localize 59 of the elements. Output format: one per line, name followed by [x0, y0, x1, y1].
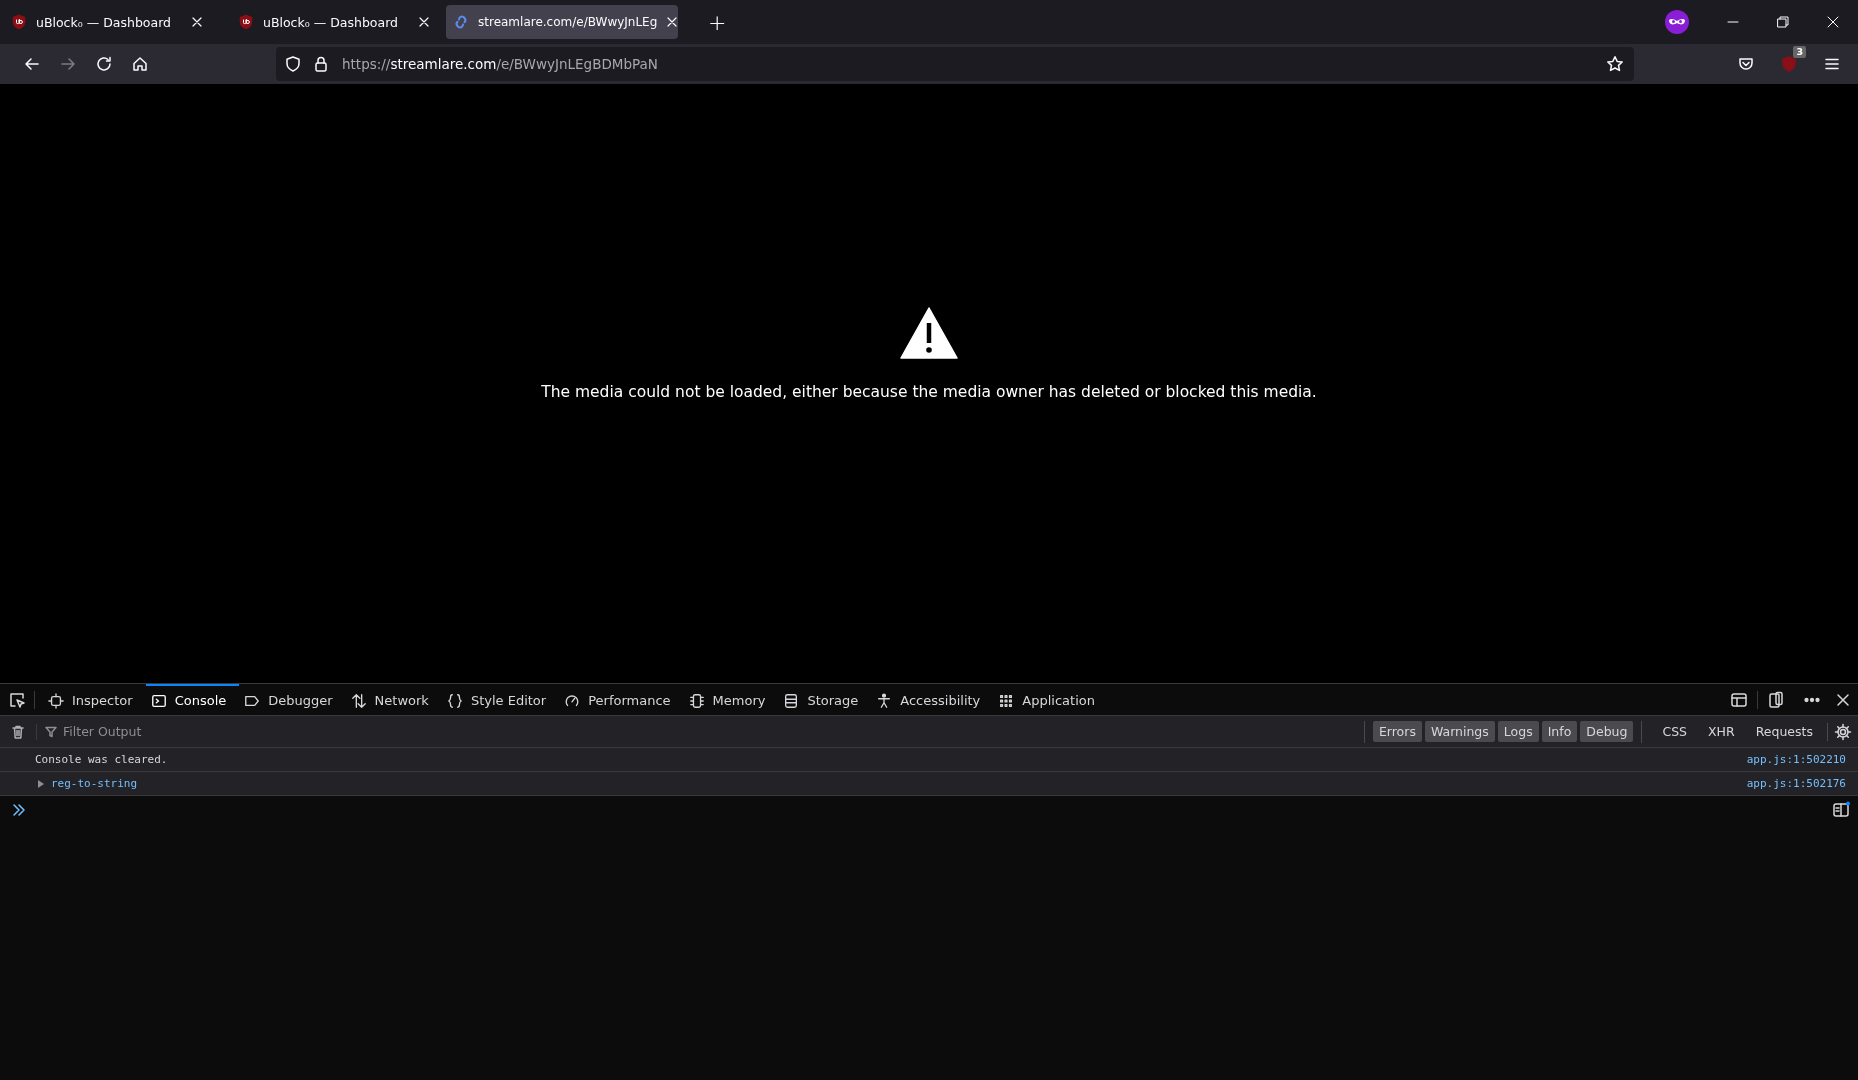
prompt-chevron-icon[interactable]: [12, 803, 26, 817]
braces-icon: [446, 692, 463, 709]
shield-icon: [238, 14, 254, 30]
devtools-tab[interactable]: Storage: [778, 684, 872, 715]
log-message: Console was cleared.: [35, 753, 168, 766]
star-icon[interactable]: [1606, 55, 1624, 73]
chain-link-icon: [453, 14, 469, 30]
filter-toggle[interactable]: Requests: [1749, 721, 1819, 742]
source-link[interactable]: app.js:1:502210: [1746, 753, 1846, 766]
devtools-tab[interactable]: Debugger: [239, 684, 346, 715]
close-icon[interactable]: [418, 16, 430, 28]
chip-icon: [688, 692, 705, 709]
error-message: The media could not be loaded, either because the media owner has deleted or blocked this media.: [541, 382, 1317, 401]
gauge-icon: [564, 692, 581, 709]
source-link[interactable]: app.js:1:502176: [1746, 777, 1846, 790]
storage-icon: [783, 692, 800, 709]
count-badge: 3: [1793, 46, 1806, 58]
grid-icon: [998, 692, 1015, 709]
restore-icon[interactable]: [1776, 15, 1790, 29]
tab-title: uBlock₀ — Dashboard: [263, 14, 399, 30]
frame-icon: [48, 692, 64, 709]
devtools-tab[interactable]: Performance: [559, 684, 684, 715]
person-icon: [876, 692, 893, 709]
devtools-tab[interactable]: Accessibility: [871, 684, 994, 715]
filter-toggle[interactable]: Logs: [1497, 721, 1539, 742]
shield-icon[interactable]: [284, 55, 302, 73]
close-icon[interactable]: [191, 16, 203, 28]
filter-toggle[interactable]: XHR: [1702, 721, 1741, 742]
sidebar-toggle-icon[interactable]: [1832, 801, 1850, 819]
browser-tab[interactable]: streamlare.com/e/BWwyJnLEg: [446, 5, 678, 39]
new-tab-button[interactable]: +: [700, 9, 735, 35]
filter-toggle[interactable]: Debug: [1580, 721, 1634, 742]
mask-icon[interactable]: [1664, 9, 1690, 35]
close-icon[interactable]: [666, 16, 679, 28]
close-icon[interactable]: [1826, 15, 1840, 29]
browser-tab[interactable]: uBlock₀ — Dashboard: [231, 5, 440, 39]
expand-triangle-icon[interactable]: [37, 778, 45, 789]
filter-toggle[interactable]: CSS: [1656, 721, 1694, 742]
log-message[interactable]: reg-to-string: [51, 777, 138, 790]
tab-title: streamlare.com/e/BWwyJnLEg: [478, 15, 658, 29]
browser-tab[interactable]: uBlock₀ — Dashboard: [4, 5, 213, 39]
warning-icon: [900, 306, 958, 359]
lock-icon[interactable]: [312, 55, 330, 73]
devtools-tab[interactable]: Inspector: [43, 684, 146, 715]
funnel-icon: [45, 725, 57, 738]
devtools-tab[interactable]: Style Editor: [441, 684, 560, 715]
devtools-tab[interactable]: Memory: [683, 684, 779, 715]
address-bar[interactable]: https://streamlare.com/e/BWwyJnLEgBDMbPaN: [276, 47, 1634, 81]
shield-icon: [11, 14, 27, 30]
devtools-tab[interactable]: Network: [345, 684, 442, 715]
filter-toggle[interactable]: Errors: [1372, 721, 1422, 742]
tab-title: uBlock₀ — Dashboard: [36, 14, 172, 30]
filter-toggle[interactable]: Warnings: [1424, 721, 1495, 742]
console-icon: [150, 692, 167, 709]
arrows-icon: [350, 692, 367, 709]
url-text: https://streamlare.com/e/BWwyJnLEgBDMbPaN: [342, 56, 658, 72]
devtools-tab[interactable]: Application: [993, 684, 1108, 715]
filter-field[interactable]: Filter Output: [61, 723, 365, 740]
filter-toggle[interactable]: Info: [1541, 721, 1578, 742]
